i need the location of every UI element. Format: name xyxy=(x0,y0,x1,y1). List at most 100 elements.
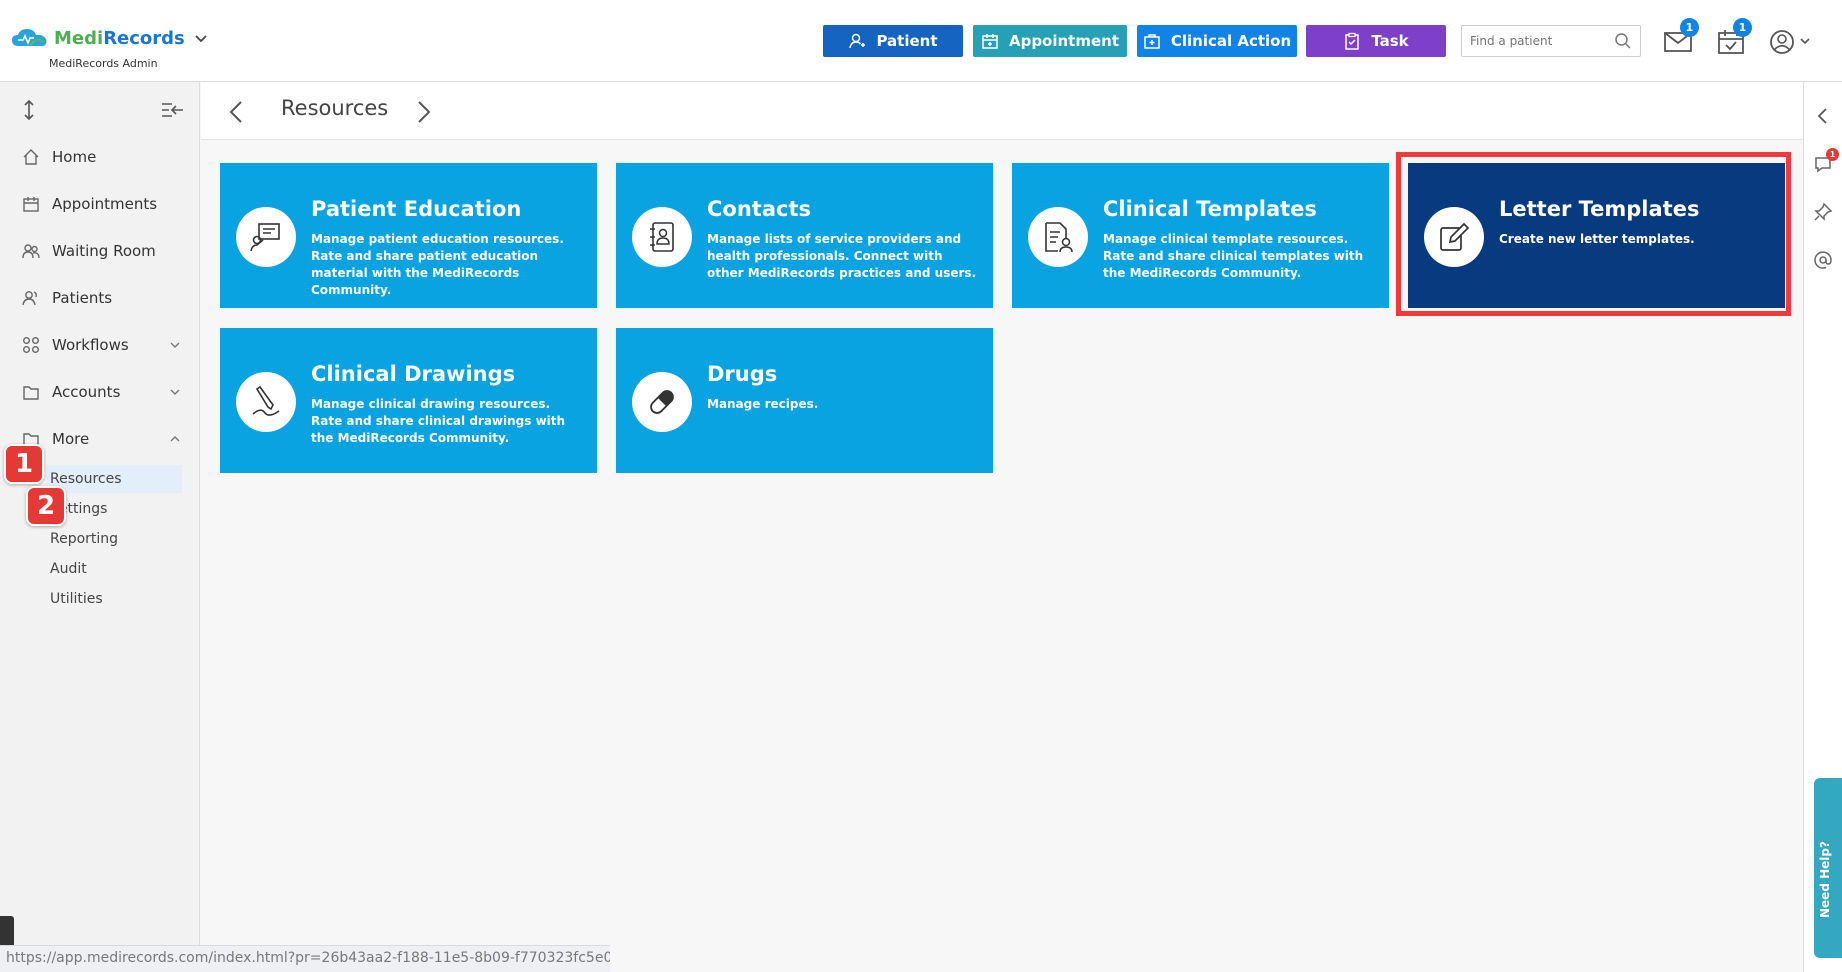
sidebar-item-patients[interactable]: Patients xyxy=(22,282,182,314)
address-book-icon xyxy=(650,222,674,252)
new-patient-button[interactable]: Patient xyxy=(823,25,963,57)
app-name: MediRecords xyxy=(54,27,185,49)
tile-title: Patient Education xyxy=(311,197,522,221)
people-icon xyxy=(22,291,37,306)
tasks-calendar-button[interactable]: 1 xyxy=(1716,18,1752,56)
pill-icon xyxy=(650,390,674,414)
sidebar-controls xyxy=(24,99,183,121)
need-help-tab[interactable]: Need Help? xyxy=(1814,778,1842,958)
patient-search[interactable] xyxy=(1461,25,1641,57)
tile-title: Clinical Drawings xyxy=(311,362,516,386)
clinical-action-button[interactable]: Clinical Action xyxy=(1137,25,1297,57)
tile-icon-circle xyxy=(1028,207,1088,267)
search-icon[interactable] xyxy=(1614,32,1632,50)
mention-icon[interactable] xyxy=(1813,250,1833,270)
sidebar-item-accounts[interactable]: Accounts xyxy=(22,376,182,408)
user-avatar-icon xyxy=(1770,30,1810,54)
account-subtitle: MediRecords Admin xyxy=(49,57,158,70)
sidebar-item-label: Waiting Room xyxy=(52,242,156,260)
workflow-icon xyxy=(23,337,39,353)
sidebar-item-appointments[interactable]: Appointments xyxy=(22,188,182,220)
tile-title: Contacts xyxy=(707,197,811,221)
step-marker-2: 2 xyxy=(26,486,66,526)
sidebar-item-label: Appointments xyxy=(52,195,158,213)
folder-icon xyxy=(23,386,39,400)
chevron-right-icon[interactable] xyxy=(411,99,435,125)
sidebar-subitem-audit[interactable]: Audit xyxy=(50,555,186,583)
tile-icon-circle xyxy=(236,372,296,432)
document-user-icon xyxy=(1045,222,1073,253)
tile-description: Manage clinical drawing resources. Rate … xyxy=(311,397,566,445)
top-bar: MediRecords MediRecords Admin Patient Ap… xyxy=(0,0,1842,82)
chevron-down-icon xyxy=(170,389,180,395)
cloud-logo-icon xyxy=(12,29,47,47)
home-icon xyxy=(23,149,39,165)
app-logo[interactable]: MediRecords xyxy=(10,26,209,50)
step-marker-1: 1 xyxy=(4,444,44,484)
sidebar-item-label: More xyxy=(52,430,90,448)
tile-title: Clinical Templates xyxy=(1103,197,1317,221)
pin-icon[interactable] xyxy=(1813,202,1833,222)
tile-description: Manage lists of service providers and he… xyxy=(707,232,977,280)
messages-button[interactable]: 1 xyxy=(1663,18,1699,56)
collapse-sidebar-icon[interactable] xyxy=(162,103,183,117)
sidebar-subitem-settings[interactable]: Settings xyxy=(50,495,186,523)
calendar-badge: 1 xyxy=(1733,18,1752,37)
sidebar-item-label: Workflows xyxy=(52,336,129,354)
highlight-box xyxy=(1396,152,1791,316)
sidebar-item-workflows[interactable]: Workflows xyxy=(22,329,182,361)
tile-title: Drugs xyxy=(707,362,778,386)
add-person-icon xyxy=(849,33,866,49)
expand-vertical-icon[interactable] xyxy=(24,99,34,121)
messages-badge: 1 xyxy=(1680,18,1699,37)
clinical-action-button-label: Clinical Action xyxy=(1170,32,1292,50)
sidebar-item-home[interactable]: Home xyxy=(22,141,182,173)
page-title: Resources xyxy=(281,96,389,120)
tile-icon-circle xyxy=(632,207,692,267)
task-button-label: Task xyxy=(1371,32,1409,50)
tile-icon-circle xyxy=(632,372,692,432)
clipboard-icon xyxy=(1345,32,1360,50)
tile-description: Manage patient education resources. Rate… xyxy=(311,232,564,297)
tile-description: Manage recipes. xyxy=(707,397,819,411)
tile-description: Manage clinical template resources. Rate… xyxy=(1103,232,1364,280)
sidebar-subitem-utilities[interactable]: Utilities xyxy=(50,585,186,613)
sidebar-subitem-reporting[interactable]: Reporting xyxy=(50,525,186,553)
chevron-left-icon[interactable] xyxy=(1813,106,1833,126)
chevron-up-icon xyxy=(170,436,180,442)
calendar-icon xyxy=(23,197,39,212)
left-sidebar: Home Appointments Waiting Room Patients … xyxy=(0,82,200,972)
appointment-button-label: Appointment xyxy=(1008,32,1120,50)
presentation-icon xyxy=(250,223,280,252)
chat-badge: 1 xyxy=(1826,148,1839,161)
sidebar-item-label: Patients xyxy=(52,289,113,307)
medical-bag-icon xyxy=(1144,34,1160,49)
sidebar-item-more[interactable]: More xyxy=(22,423,182,455)
tile-clinical-drawings[interactable]: Clinical Drawings Manage clinical drawin… xyxy=(220,328,597,473)
new-appointment-button[interactable]: Appointment xyxy=(973,25,1127,57)
calendar-plus-icon xyxy=(982,34,998,49)
tile-icon-circle xyxy=(236,207,296,267)
tile-contacts[interactable]: Contacts Manage lists of service provide… xyxy=(616,163,993,308)
user-menu-button[interactable] xyxy=(1768,28,1812,56)
chevron-left-icon[interactable] xyxy=(225,99,249,125)
chat-button[interactable]: 1 xyxy=(1813,148,1839,174)
chevron-down-icon xyxy=(170,342,180,348)
tile-patient-education[interactable]: Patient Education Manage patient educati… xyxy=(220,163,597,308)
right-rail: 1 Need Help? xyxy=(1803,82,1842,972)
sidebar-subitem-resources[interactable]: Resources xyxy=(46,465,182,493)
status-bar-url: https://app.medirecords.com/index.html?p… xyxy=(0,945,610,972)
tile-clinical-templates[interactable]: Clinical Templates Manage clinical templ… xyxy=(1012,163,1389,308)
new-task-button[interactable]: Task xyxy=(1306,25,1446,57)
need-help-label: Need Help? xyxy=(1818,841,1832,918)
group-icon xyxy=(22,244,40,259)
sidebar-item-waiting-room[interactable]: Waiting Room xyxy=(22,235,182,267)
chevron-down-icon[interactable] xyxy=(193,30,209,46)
patient-button-label: Patient xyxy=(876,32,938,50)
tile-drugs[interactable]: Drugs Manage recipes. xyxy=(616,328,993,473)
sidebar-item-label: Home xyxy=(52,148,97,166)
pencil-icon xyxy=(252,385,280,416)
sidebar-item-label: Accounts xyxy=(52,383,121,401)
content-header: Resources xyxy=(201,82,1803,140)
patient-search-input[interactable] xyxy=(1462,26,1602,56)
